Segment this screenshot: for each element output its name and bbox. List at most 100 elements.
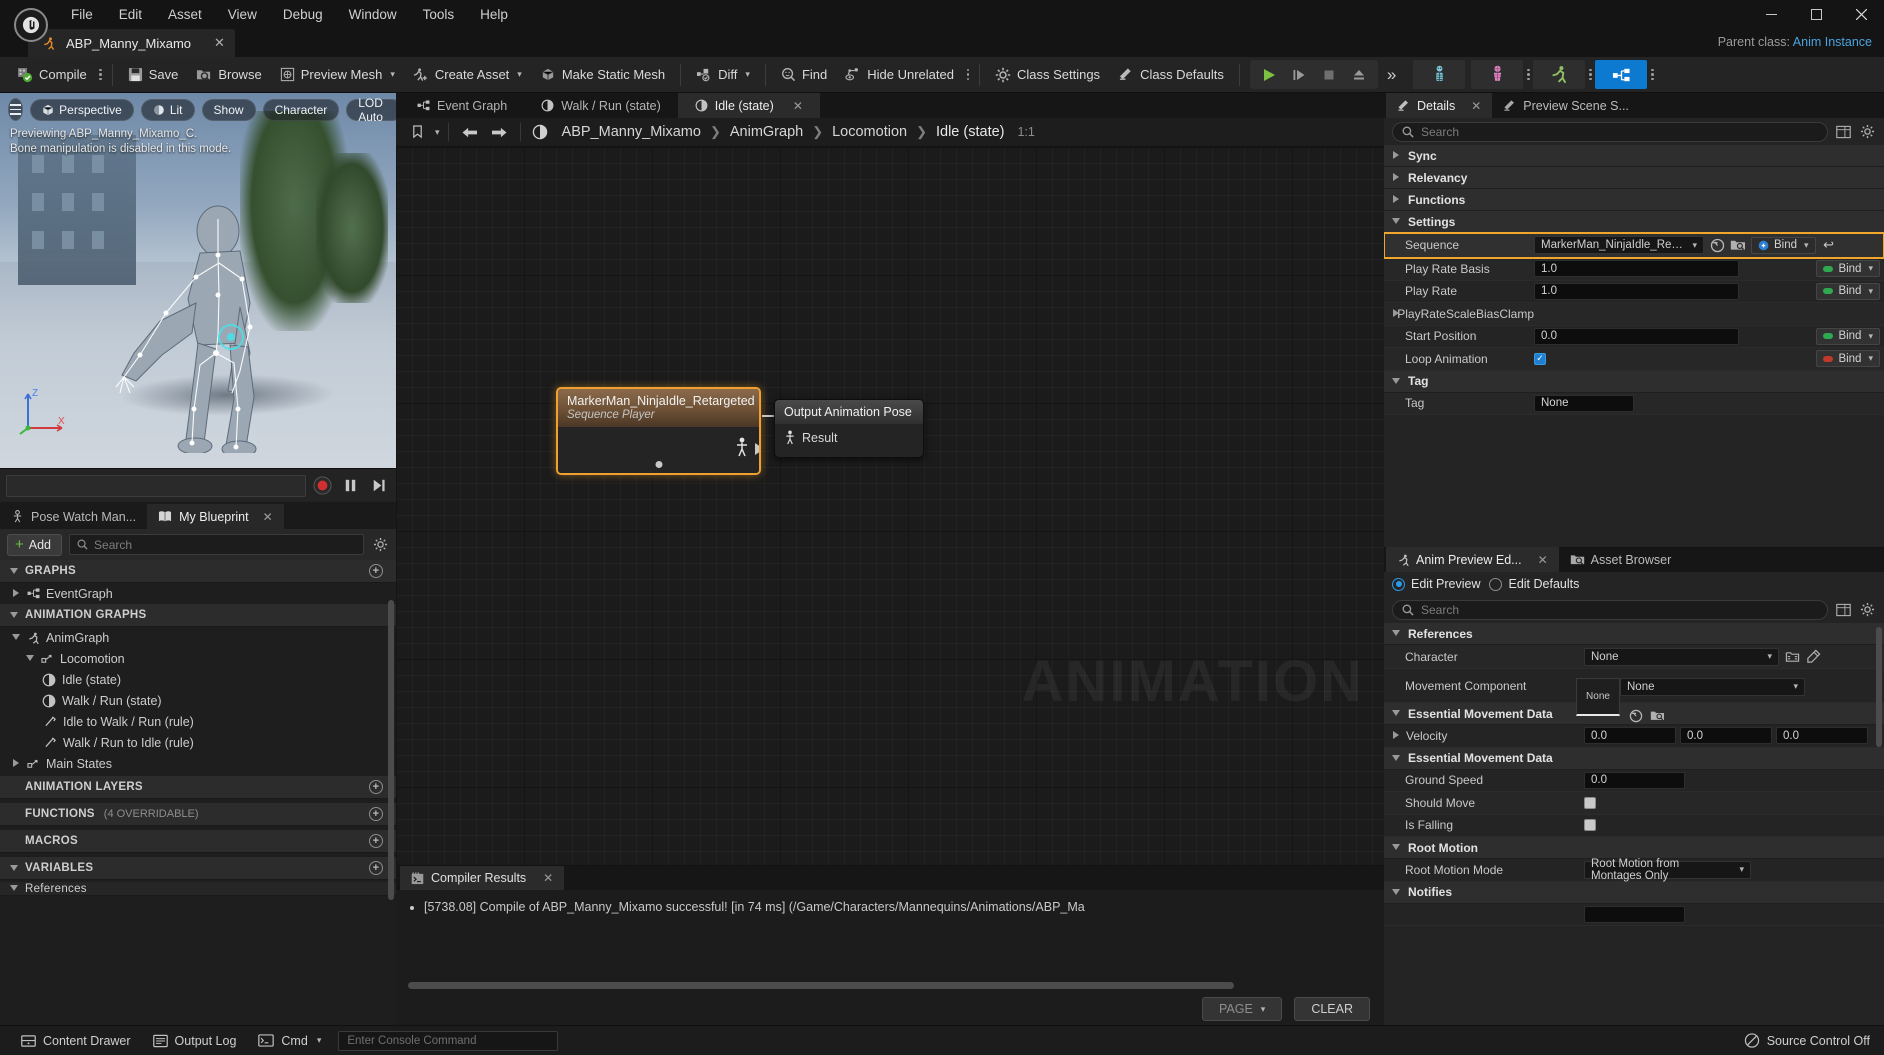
- tree-item-locomotion[interactable]: Locomotion: [0, 648, 396, 669]
- edit-preview-radio[interactable]: Edit Preview: [1392, 577, 1480, 591]
- property-row-is-falling[interactable]: Is Falling: [1384, 815, 1884, 837]
- tag-input[interactable]: None: [1534, 394, 1634, 412]
- compile-button[interactable]: Compile: [8, 61, 96, 89]
- play-rate-bind-button[interactable]: Bind ▾: [1816, 282, 1880, 300]
- timeline-scrubber[interactable]: [6, 474, 306, 497]
- viewport-perspective-button[interactable]: Perspective: [30, 98, 134, 121]
- graph-mode-button[interactable]: [1595, 60, 1648, 89]
- preview-viewport[interactable]: Previewing ABP_Manny_Mixamo_C. Bone mani…: [0, 93, 396, 468]
- hide-unrelated-options-button[interactable]: [963, 65, 973, 85]
- parent-class-value[interactable]: Anim Instance: [1793, 35, 1872, 49]
- viewport-lit-button[interactable]: Lit: [140, 98, 195, 121]
- chevron-down-icon[interactable]: [12, 633, 21, 642]
- chevron-right-icon[interactable]: [12, 589, 21, 598]
- velocity-y-input[interactable]: 0.0: [1680, 727, 1772, 745]
- close-icon[interactable]: ✕: [200, 35, 225, 51]
- browse-icon[interactable]: [1784, 649, 1800, 665]
- tab-my-blueprint[interactable]: My Blueprint ✕: [147, 504, 284, 529]
- pause-button[interactable]: [338, 474, 362, 498]
- ape-category-notifies[interactable]: Notifies: [1384, 881, 1884, 904]
- chevron-down-icon[interactable]: ▾: [435, 127, 440, 138]
- node-sequence-player[interactable]: MarkerMan_NinjaIdle_Retargeted Sequence …: [556, 387, 761, 475]
- tree-item-animgraph[interactable]: AnimGraph: [0, 627, 396, 648]
- property-row-root-motion-mode[interactable]: Root Motion Mode Root Motion from Montag…: [1384, 858, 1884, 882]
- stop-button[interactable]: [1314, 61, 1344, 88]
- record-button[interactable]: [310, 474, 334, 498]
- play-rate-basis-input[interactable]: 1.0: [1534, 260, 1739, 278]
- browse-button[interactable]: Browse: [187, 61, 270, 89]
- step-button[interactable]: [1284, 61, 1314, 88]
- graph-mode-options-button[interactable]: [1647, 65, 1657, 85]
- skeleton-mode-button[interactable]: [1413, 60, 1466, 89]
- start-position-input[interactable]: 0.0: [1534, 327, 1739, 345]
- chevron-down-icon[interactable]: [26, 654, 35, 663]
- tree-category-animation-graphs[interactable]: ANIMATION GRAPHS: [0, 604, 396, 627]
- menu-file[interactable]: File: [58, 3, 106, 27]
- ground-speed-input[interactable]: 0.0: [1584, 771, 1685, 789]
- play-rate-input[interactable]: 1.0: [1534, 282, 1739, 300]
- breadcrumb-item-animgraph[interactable]: AnimGraph: [724, 124, 809, 140]
- breadcrumb-item-abp[interactable]: ABP_Manny_Mixamo: [556, 124, 707, 140]
- use-selected-asset-icon[interactable]: [1649, 708, 1665, 724]
- tree-item-idle-to-walkrun-rule[interactable]: Idle to Walk / Run (rule): [0, 711, 396, 732]
- tree-item-walk-run-state[interactable]: Walk / Run (state): [0, 690, 396, 711]
- anim-preview-scrollbar[interactable]: [1876, 627, 1882, 747]
- compiler-log[interactable]: [5738.08] Compile of ABP_Manny_Mixamo su…: [396, 890, 1384, 993]
- breadcrumb-item-locomotion[interactable]: Locomotion: [826, 124, 913, 140]
- viewport-lod-button[interactable]: LOD Auto: [346, 96, 396, 124]
- property-row-start-position[interactable]: Start Position 0.0 Bind ▾: [1384, 326, 1884, 348]
- edit-defaults-radio[interactable]: Edit Defaults: [1489, 577, 1579, 591]
- details-category-relevancy[interactable]: Relevancy: [1384, 167, 1884, 189]
- details-property-list[interactable]: Sync Relevancy Functions Settings Sequen…: [1384, 145, 1884, 547]
- tab-preview-scene-settings[interactable]: Preview Scene S...: [1492, 93, 1640, 118]
- details-category-settings[interactable]: Settings: [1384, 211, 1884, 233]
- tree-category-functions[interactable]: FUNCTIONS (4 OVERRIDABLE) +: [0, 803, 396, 826]
- property-row-loop-animation[interactable]: Loop Animation ✓ Bind ▾: [1384, 348, 1884, 371]
- property-row-play-rate[interactable]: Play Rate 1.0 Bind ▾: [1384, 281, 1884, 303]
- details-category-tag[interactable]: Tag: [1384, 370, 1884, 393]
- anim-mode-options-button[interactable]: [1585, 65, 1595, 85]
- pose-pin-icon[interactable]: [734, 437, 750, 457]
- tree-item-walkrun-to-idle-rule[interactable]: Walk / Run to Idle (rule): [0, 732, 396, 753]
- breadcrumb-item-idle-state[interactable]: Idle (state): [930, 124, 1011, 140]
- tab-event-graph[interactable]: Event Graph: [400, 93, 524, 118]
- tree-category-macros[interactable]: MACROS +: [0, 830, 396, 853]
- tree-category-references[interactable]: References: [0, 882, 396, 896]
- graph-canvas[interactable]: ANIMATION MarkerMan_NinjaIdle_Retargeted…: [396, 147, 1384, 865]
- clear-button[interactable]: CLEAR: [1294, 997, 1370, 1021]
- save-button[interactable]: Save: [119, 61, 188, 89]
- add-button[interactable]: + Add: [7, 533, 63, 556]
- movement-component-combo[interactable]: None ▾: [1620, 677, 1805, 696]
- anim-preview-gear-icon[interactable]: [1859, 601, 1876, 618]
- anim-mode-button[interactable]: [1533, 60, 1586, 89]
- property-row-movement-component[interactable]: Movement Component None ▾ None: [1384, 669, 1884, 722]
- property-row-velocity[interactable]: Velocity 0.0 0.0 0.0: [1384, 725, 1884, 748]
- tab-details[interactable]: Details ✕: [1386, 93, 1493, 118]
- bookmark-icon[interactable]: [404, 121, 430, 143]
- maximize-button[interactable]: [1794, 0, 1839, 29]
- details-column-layout-icon[interactable]: [1835, 123, 1852, 140]
- tab-asset-browser[interactable]: Asset Browser: [1559, 547, 1683, 572]
- mesh-mode-options-button[interactable]: [1523, 65, 1533, 85]
- menu-asset[interactable]: Asset: [155, 3, 215, 27]
- tab-pose-watch-manager[interactable]: Pose Watch Man...: [0, 504, 147, 529]
- ape-category-root-motion[interactable]: Root Motion: [1384, 837, 1884, 859]
- chevron-right-icon[interactable]: [12, 759, 21, 768]
- start-position-bind-button[interactable]: Bind ▾: [1816, 327, 1880, 345]
- add-animation-layer-icon[interactable]: +: [369, 780, 383, 794]
- menu-tools[interactable]: Tools: [410, 3, 468, 27]
- forward-button[interactable]: [486, 121, 512, 143]
- use-selected-asset-icon[interactable]: [1730, 237, 1746, 253]
- sequence-asset-combo[interactable]: MarkerMan_NinjaIdle_Retargeted ▾: [1534, 236, 1704, 254]
- tree-category-graphs[interactable]: GRAPHS +: [0, 560, 396, 583]
- mesh-mode-button[interactable]: [1471, 60, 1524, 89]
- is-falling-checkbox[interactable]: [1584, 819, 1596, 832]
- loop-animation-bind-button[interactable]: Bind ▾: [1816, 350, 1880, 368]
- asset-tab-abp-manny-mixamo[interactable]: ABP_Manny_Mixamo ✕: [28, 29, 235, 57]
- tree-category-variables[interactable]: VARIABLES +: [0, 857, 396, 880]
- unreal-logo-icon[interactable]: [14, 8, 48, 42]
- anim-preview-search-input[interactable]: Search: [1392, 599, 1828, 620]
- velocity-z-input[interactable]: 0.0: [1776, 727, 1868, 745]
- viewport-show-button[interactable]: Show: [201, 98, 256, 121]
- find-button[interactable]: Find: [772, 61, 836, 89]
